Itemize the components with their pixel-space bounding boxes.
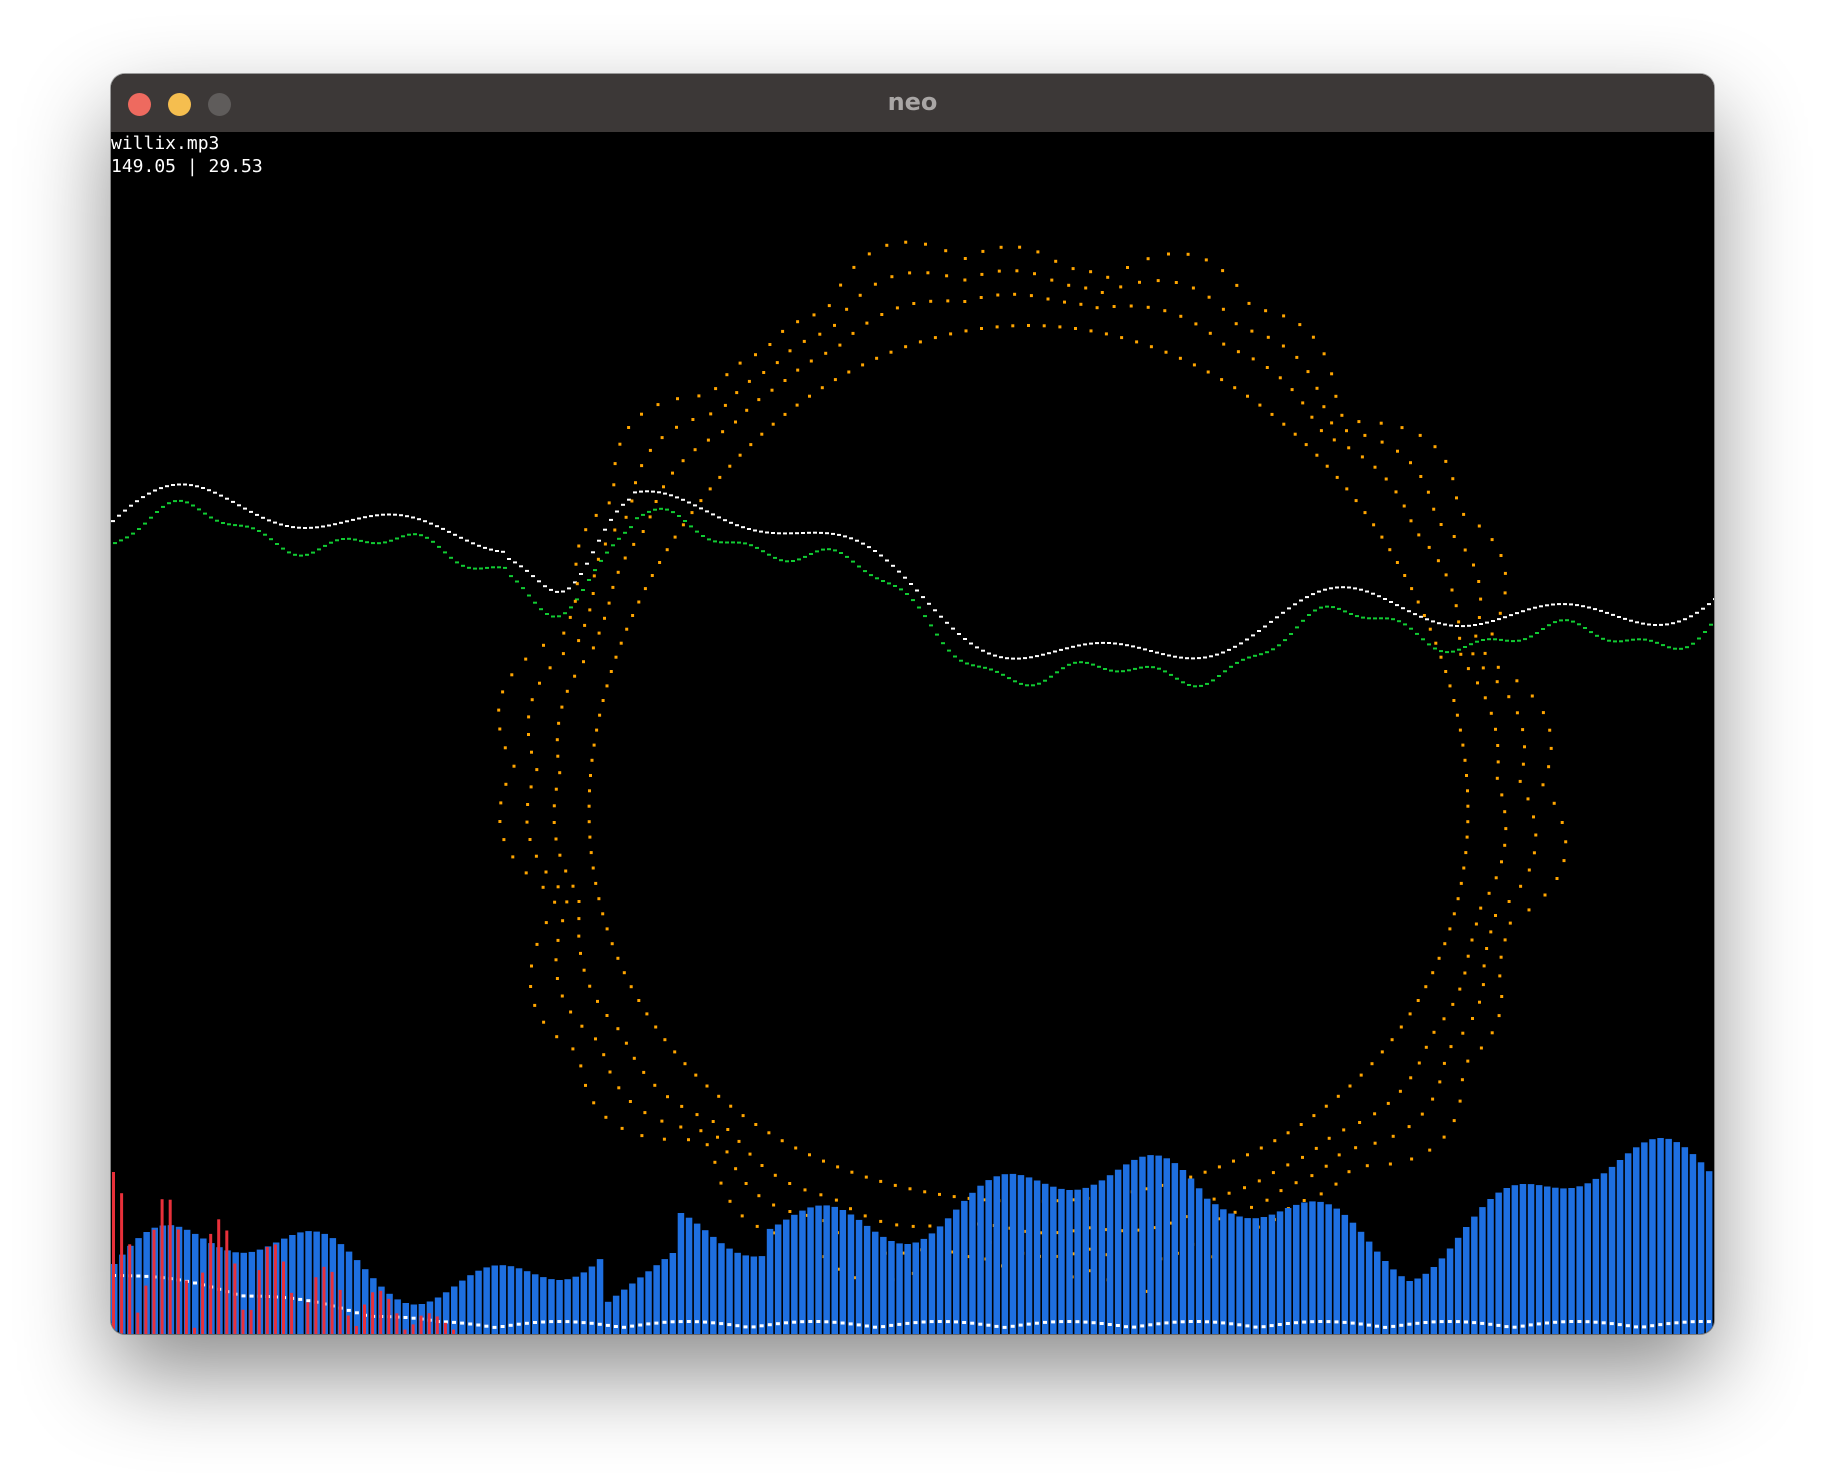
playback-timecode: 149.05 | 29.53 xyxy=(111,156,263,177)
circular-spectrum-ring xyxy=(497,240,1568,1293)
hud-overlay: willix.mp3 149.05 | 29.53 xyxy=(111,132,263,178)
audio-visualizer xyxy=(111,240,1714,1334)
window-title: neo xyxy=(887,88,938,116)
visualizer-canvas xyxy=(111,132,1714,1334)
app-window: neo willix.mp3 149.05 | 29.53 xyxy=(111,74,1714,1334)
spectrum-bars xyxy=(111,1138,1713,1334)
track-filename: willix.mp3 xyxy=(111,133,220,154)
title-bar[interactable]: neo xyxy=(111,74,1714,133)
waveform xyxy=(111,483,1714,688)
